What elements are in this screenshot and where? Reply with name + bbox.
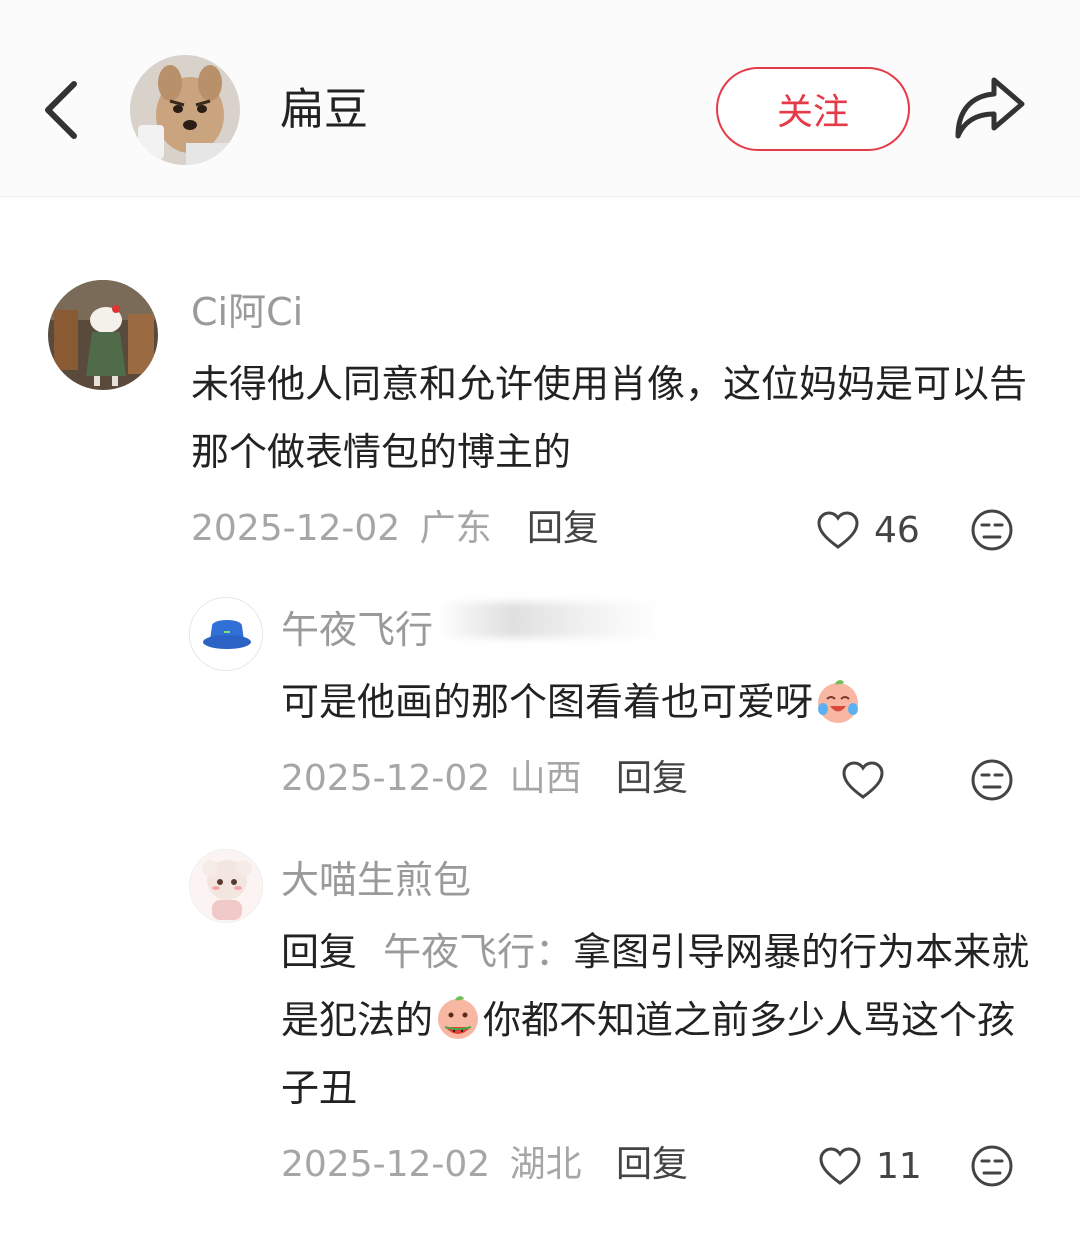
reply-button[interactable]: 回复 (616, 1143, 688, 1187)
share-button[interactable] (950, 72, 1028, 144)
top-bar: 扁豆 关注 (0, 0, 1080, 197)
reply-prefix: 回复 (281, 930, 358, 974)
eating-watermelon-emoji-icon (438, 996, 479, 1039)
reply-button[interactable]: 回复 (527, 507, 599, 551)
commenter-avatar[interactable] (48, 280, 158, 390)
back-button[interactable] (36, 78, 92, 142)
blurred-overlay (436, 602, 662, 638)
dislike-face-icon (971, 759, 1013, 801)
replier-avatar[interactable] (189, 849, 263, 923)
reply-text: 回复 午夜飞行：拿图引导网暴的行为本来就是犯法的 你都不知道之前多少人骂这个孩子… (281, 918, 1041, 1122)
dislike-face-icon (971, 1145, 1013, 1187)
dislike-face-icon (971, 509, 1013, 551)
reply-target-name[interactable]: 午夜飞行： (383, 930, 573, 974)
reply-location: 山西 (509, 758, 582, 799)
comment-text: 未得他人同意和允许使用肖像，这位妈妈是可以告那个做表情包的博主的 (191, 362, 1028, 474)
reply-text: 可是他画的那个图看着也可爱呀 (281, 668, 1041, 736)
reply-meta: 2025-12-02 山西 (281, 757, 582, 801)
like-button[interactable] (841, 756, 885, 804)
replier-name[interactable]: 大喵生煎包 (281, 856, 471, 904)
heart-icon (842, 761, 884, 799)
reply-location: 湖北 (509, 1144, 582, 1185)
reply-text-content: 可是他画的那个图看着也可爱呀 (281, 680, 814, 724)
commenter-name[interactable]: Ci阿Ci (191, 288, 303, 336)
follow-button[interactable]: 关注 (716, 67, 910, 151)
dislike-button[interactable] (969, 1143, 1015, 1189)
author-name[interactable]: 扁豆 (280, 82, 368, 138)
heart-icon (817, 511, 859, 549)
back-chevron-icon (45, 81, 77, 139)
like-button[interactable]: 11 (818, 1142, 922, 1190)
dislike-button[interactable] (969, 507, 1015, 553)
author-avatar[interactable] (130, 55, 240, 165)
like-button[interactable]: 46 (816, 506, 920, 554)
like-count: 11 (876, 1145, 922, 1187)
reply-button[interactable]: 回复 (616, 757, 688, 801)
replier-avatar[interactable] (189, 597, 263, 671)
reply-meta: 2025-12-02 湖北 (281, 1143, 582, 1187)
share-arrow-icon (955, 77, 1025, 139)
dislike-button[interactable] (969, 757, 1015, 803)
heart-icon (819, 1147, 861, 1185)
comment-meta: 2025-12-02 广东 (191, 507, 492, 551)
reply-date: 2025-12-02 (281, 758, 491, 799)
crying-laughing-emoji-icon (818, 680, 859, 723)
reply-date: 2025-12-02 (281, 1144, 491, 1185)
comment-location: 广东 (419, 508, 492, 549)
comment-date: 2025-12-02 (191, 508, 401, 549)
replier-name[interactable]: 午夜飞行 (281, 606, 433, 654)
like-count: 46 (874, 509, 920, 551)
